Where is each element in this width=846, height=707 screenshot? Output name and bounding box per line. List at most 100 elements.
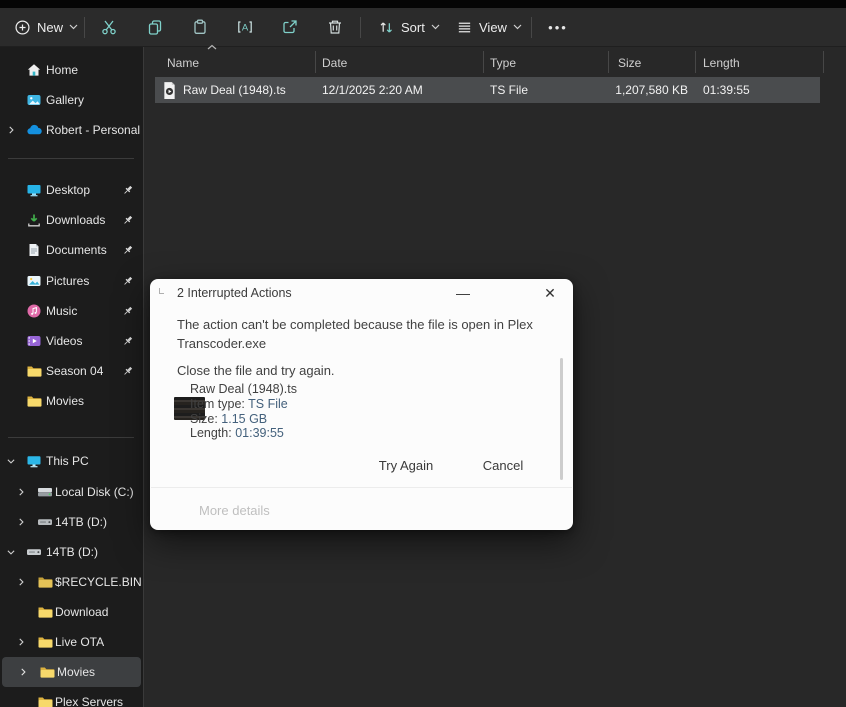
more-options-button[interactable]: ••• bbox=[540, 12, 576, 42]
rename-button[interactable]: A bbox=[227, 12, 263, 42]
dialog-file-size-line: Size: 1.15 GB bbox=[190, 412, 267, 427]
sidebar-item-14tb-d-expanded[interactable]: 14TB (D:) bbox=[0, 537, 143, 567]
pin-icon bbox=[121, 275, 134, 288]
sidebar-item-music[interactable]: Music bbox=[0, 296, 143, 326]
sidebar-item-14tb-d[interactable]: 14TB (D:) bbox=[0, 507, 143, 537]
sidebar-item-label: Desktop bbox=[46, 183, 91, 197]
column-divider[interactable] bbox=[483, 51, 484, 73]
sidebar-item-documents[interactable]: Documents bbox=[0, 235, 143, 265]
sidebar-item-movies-selected[interactable]: Movies bbox=[2, 657, 141, 687]
dialog-file-type-line: Item type: TS File bbox=[190, 397, 288, 412]
sidebar-item-label: 14TB (D:) bbox=[46, 545, 99, 559]
window-top-edge bbox=[0, 0, 846, 8]
external-drive-icon bbox=[37, 514, 53, 530]
sidebar-item-downloads[interactable]: Downloads bbox=[0, 205, 143, 235]
sort-ascending-caret-icon[interactable] bbox=[206, 44, 218, 51]
folder-icon bbox=[37, 694, 53, 707]
chevron-down-icon[interactable] bbox=[6, 456, 16, 466]
chevron-right-icon[interactable] bbox=[18, 667, 28, 677]
trash-icon bbox=[326, 18, 344, 36]
pin-icon bbox=[121, 305, 134, 318]
chevron-right-icon[interactable] bbox=[16, 517, 26, 527]
rename-icon: A bbox=[236, 18, 254, 36]
column-divider[interactable] bbox=[695, 51, 696, 73]
dialog-corner-glyph bbox=[159, 288, 164, 294]
paste-button[interactable] bbox=[182, 12, 218, 42]
sidebar-item-gallery[interactable]: Gallery bbox=[0, 85, 143, 115]
file-row-selected[interactable]: Raw Deal (1948).ts 12/1/2025 2:20 AM TS … bbox=[155, 77, 820, 103]
this-pc-icon bbox=[26, 453, 42, 469]
dialog-instruction: Close the file and try again. bbox=[177, 363, 335, 378]
dialog-title: 2 Interrupted Actions bbox=[177, 286, 292, 300]
sidebar-item-label: $RECYCLE.BIN bbox=[55, 575, 142, 589]
item-type-label: Item type: bbox=[190, 397, 245, 411]
column-header-date[interactable]: Date bbox=[322, 52, 347, 74]
copy-button[interactable] bbox=[137, 12, 173, 42]
file-size-cell: 1,207,580 KB bbox=[615, 83, 688, 97]
column-divider[interactable] bbox=[823, 51, 824, 73]
command-bar: New A Sort View ••• bbox=[0, 8, 846, 47]
column-header-type[interactable]: Type bbox=[490, 52, 516, 74]
dialog-scrollbar-thumb[interactable] bbox=[560, 358, 563, 480]
sort-button-label: Sort bbox=[401, 19, 425, 35]
column-header-size[interactable]: Size bbox=[618, 52, 641, 74]
pin-icon bbox=[121, 184, 134, 197]
dialog-message: The action can't be completed because th… bbox=[177, 317, 533, 351]
chevron-right-icon[interactable] bbox=[16, 577, 26, 587]
pin-icon bbox=[121, 335, 134, 348]
toolbar-divider bbox=[531, 17, 532, 38]
column-header-name[interactable]: Name bbox=[167, 52, 199, 74]
column-divider[interactable] bbox=[315, 51, 316, 73]
sidebar-item-onedrive[interactable]: Robert - Personal bbox=[0, 115, 143, 145]
folder-icon bbox=[26, 363, 42, 379]
document-icon bbox=[26, 242, 42, 258]
sidebar-item-desktop[interactable]: Desktop bbox=[0, 175, 143, 205]
sidebar-item-label: Documents bbox=[46, 243, 107, 257]
sidebar-item-season-04[interactable]: Season 04 bbox=[0, 356, 143, 386]
sidebar-item-download-folder[interactable]: Download bbox=[0, 597, 143, 627]
sidebar-item-local-disk-c[interactable]: Local Disk (C:) bbox=[0, 477, 143, 507]
item-type-value: TS File bbox=[248, 397, 288, 411]
share-button[interactable] bbox=[272, 12, 308, 42]
new-button[interactable]: New bbox=[6, 12, 86, 42]
sidebar-item-label: Plex Servers bbox=[55, 695, 124, 707]
sidebar-separator bbox=[8, 158, 134, 159]
chevron-right-icon[interactable] bbox=[6, 125, 16, 135]
try-again-button[interactable]: Try Again bbox=[366, 455, 446, 477]
sidebar-item-videos[interactable]: Videos bbox=[0, 326, 143, 356]
view-button[interactable]: View bbox=[448, 12, 530, 42]
sidebar-item-label: Download bbox=[55, 605, 109, 619]
toolbar-divider bbox=[84, 17, 85, 38]
sidebar-item-plex-servers[interactable]: Plex Servers bbox=[0, 687, 143, 707]
sidebar-item-this-pc[interactable]: This PC bbox=[0, 446, 143, 476]
plus-circle-icon bbox=[14, 19, 31, 36]
home-icon bbox=[26, 62, 42, 78]
sidebar-item-recycle-bin[interactable]: $RECYCLE.BIN bbox=[0, 567, 143, 597]
cut-button[interactable] bbox=[91, 12, 127, 42]
dialog-file-length-line: Length: 01:39:55 bbox=[190, 426, 284, 441]
chevron-down-icon[interactable] bbox=[6, 547, 16, 557]
file-length-cell: 01:39:55 bbox=[703, 83, 750, 97]
sidebar-item-live-ota[interactable]: Live OTA bbox=[0, 627, 143, 657]
column-header-length[interactable]: Length bbox=[703, 52, 740, 74]
hard-drive-icon bbox=[37, 484, 53, 500]
close-button[interactable]: ✕ bbox=[535, 281, 565, 305]
sidebar-item-label: Videos bbox=[46, 334, 83, 348]
column-divider[interactable] bbox=[608, 51, 609, 73]
sort-button[interactable]: Sort bbox=[370, 12, 448, 42]
chevron-right-icon[interactable] bbox=[16, 637, 26, 647]
delete-button[interactable] bbox=[317, 12, 353, 42]
videos-icon bbox=[26, 333, 42, 349]
sidebar-item-pictures[interactable]: Pictures bbox=[0, 266, 143, 296]
sidebar-item-home[interactable]: Home bbox=[0, 55, 143, 85]
pin-icon bbox=[121, 365, 134, 378]
sidebar-separator bbox=[8, 437, 134, 438]
interrupted-action-dialog: 2 Interrupted Actions — ✕ The action can… bbox=[150, 279, 573, 530]
sidebar-item-movies-recent[interactable]: Movies bbox=[0, 386, 143, 416]
more-details-link[interactable]: More details bbox=[199, 503, 270, 518]
cancel-button[interactable]: Cancel bbox=[468, 455, 538, 477]
pane-splitter[interactable] bbox=[143, 47, 144, 707]
minimize-button[interactable]: — bbox=[448, 281, 478, 305]
chevron-right-icon[interactable] bbox=[16, 487, 26, 497]
view-lines-icon bbox=[456, 19, 473, 36]
